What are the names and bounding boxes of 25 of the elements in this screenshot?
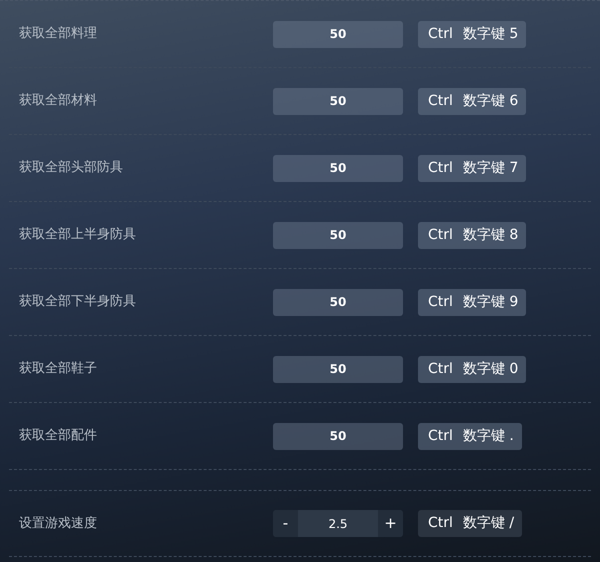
setting-label: 获取全部下半身防具 [18,293,137,312]
setting-label: 获取全部头部防具 [18,159,124,178]
key-text: 数字键 5 [462,24,518,44]
modifier-key-text: Ctrl [428,514,453,533]
value-field[interactable]: 2.5 [298,510,378,537]
modifier-key-text: Ctrl [428,426,453,446]
key-text: 数字键 . [462,426,514,446]
setting-label: 获取全部上半身防具 [18,226,137,244]
setting-label: 获取全部鞋子 [18,360,98,378]
setting-label: 获取全部配件 [18,427,98,446]
key-text: 数字键 9 [462,292,518,312]
modifier-key-text: Ctrl [428,292,453,312]
key-text: 数字键 7 [462,158,518,178]
key-text: 数字键 0 [462,360,518,378]
setting-label: 获取全部料理 [18,25,98,44]
key-text: 数字键 8 [462,226,518,244]
setting-label: 设置游戏速度 [18,514,98,533]
modifier-key-text: Ctrl [428,360,453,378]
setting-label: 获取全部材料 [18,92,98,110]
modifier-key-text: Ctrl [428,158,453,178]
key-text: 数字键 / [462,514,514,533]
modifier-key-text: Ctrl [428,24,453,44]
modifier-key-text: Ctrl [428,226,453,244]
key-text: 数字键 6 [462,92,518,110]
modifier-key-text: Ctrl [428,92,453,110]
